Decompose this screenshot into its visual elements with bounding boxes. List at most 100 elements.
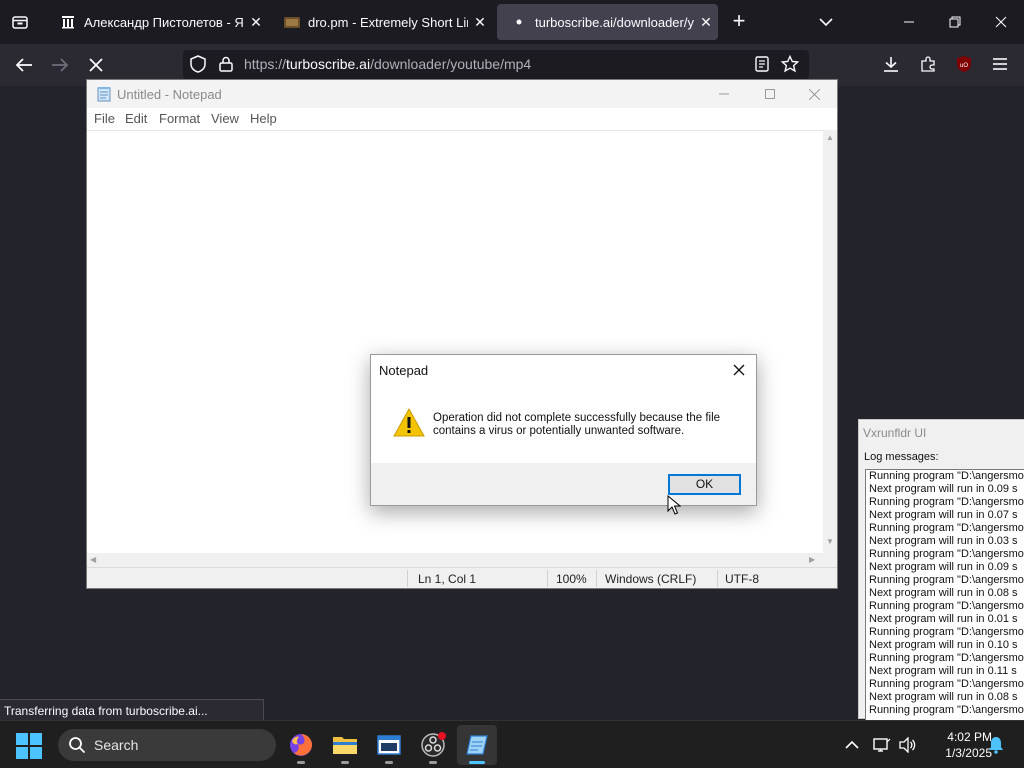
warning-icon — [393, 407, 425, 439]
maximize-icon[interactable] — [747, 80, 793, 108]
shield-icon[interactable] — [186, 52, 210, 76]
back-arrow-icon[interactable] — [9, 51, 39, 79]
tab-label: Александр Пистолетов - Я рос — [84, 14, 244, 30]
extensions-puzzle-icon[interactable] — [916, 52, 940, 76]
menu-view[interactable]: View — [211, 111, 239, 126]
dialog-title: Notepad — [379, 363, 429, 378]
folder-icon — [333, 737, 357, 754]
log-line: Running program "D:\angersmor — [869, 522, 1024, 534]
tab-close-icon[interactable]: ✕ — [694, 14, 718, 31]
log-line: Next program will run in 0.07 s — [869, 509, 1018, 521]
log-window-title[interactable]: Vxrunfldr UI — [863, 426, 926, 440]
forward-arrow-icon[interactable] — [45, 51, 75, 79]
url-text[interactable]: https://turboscribe.ai/downloader/youtub… — [244, 56, 531, 72]
log-line: Next program will run in 0.01 s — [869, 613, 1018, 625]
notepad-title-bar[interactable]: Untitled - Notepad — [87, 80, 837, 108]
status-divider — [717, 570, 718, 587]
tab-label: dro.pm - Extremely Short Links — [308, 14, 468, 30]
tab-close-icon[interactable]: ✕ — [244, 14, 268, 31]
vertical-scrollbar[interactable]: ▲ ▼ — [823, 130, 837, 553]
close-icon[interactable] — [791, 80, 837, 108]
clock-date: 1/3/2025 — [945, 746, 992, 760]
building-icon — [60, 14, 76, 30]
running-indicator — [469, 761, 485, 764]
log-line: Running program "D:\angersmor — [869, 470, 1024, 482]
tab-turboscribe[interactable]: turboscribe.ai/downloader/you ✕ — [497, 4, 718, 40]
tab-close-icon[interactable]: ✕ — [468, 14, 492, 31]
taskbar: Search 4:02 PM 1/3/2025 — [0, 720, 1024, 768]
status-line-ending: Windows (CRLF) — [605, 572, 697, 586]
log-messages-list[interactable]: Running program "D:\angersmor Next progra… — [865, 469, 1024, 721]
scroll-down-icon[interactable]: ▼ — [826, 537, 834, 546]
tab-dro-pm[interactable]: dro.pm - Extremely Short Links ✕ — [270, 4, 492, 40]
notepad-title: Untitled - Notepad — [117, 87, 222, 102]
download-icon[interactable] — [879, 52, 903, 76]
bookmark-star-icon[interactable] — [778, 52, 802, 76]
windows-start-icon[interactable] — [16, 733, 44, 759]
firefox-icon — [290, 734, 312, 756]
new-tab-button[interactable]: + — [724, 8, 754, 36]
speaker-icon[interactable] — [898, 735, 918, 755]
taskbar-file-explorer[interactable] — [325, 725, 365, 765]
close-icon[interactable] — [725, 359, 753, 381]
taskbar-clock[interactable]: 4:02 PM 1/3/2025 — [922, 729, 992, 761]
log-line: Next program will run in 0.10 s — [869, 639, 1018, 651]
tab-list-icon[interactable] — [0, 0, 40, 44]
url-path: /downloader/youtube/mp4 — [370, 56, 532, 72]
chevron-up-icon[interactable] — [842, 735, 862, 755]
ublock-icon[interactable]: uO — [952, 52, 976, 76]
scrollbar-corner — [823, 553, 837, 567]
minimize-icon[interactable] — [701, 80, 747, 108]
menu-file[interactable]: File — [94, 111, 115, 126]
hamburger-menu-icon[interactable] — [988, 52, 1012, 76]
log-line: Running program "D:\angersmor — [869, 678, 1024, 690]
scroll-up-icon[interactable]: ▲ — [826, 133, 834, 142]
log-line: Next program will run in 0.08 s — [869, 691, 1018, 703]
notification-bell-icon[interactable] — [986, 735, 1006, 755]
status-encoding: UTF-8 — [725, 572, 759, 586]
restore-icon[interactable] — [932, 0, 978, 44]
log-line: Next program will run in 0.11 s — [869, 665, 1017, 677]
reader-view-icon[interactable] — [750, 52, 774, 76]
notepad-app-icon — [96, 86, 112, 102]
stop-loading-icon[interactable] — [81, 51, 111, 79]
app-window-icon — [377, 735, 401, 755]
scroll-left-icon[interactable]: ◀ — [90, 555, 96, 564]
log-line: Running program "D:\angersmor — [869, 548, 1024, 560]
log-line: Running program "D:\angersmor — [869, 626, 1024, 638]
clock-time: 4:02 PM — [947, 730, 992, 744]
log-line: Next program will run in 0.03 s — [869, 535, 1018, 547]
vxrunfldr-window: Vxrunfldr UI Log messages: Running progr… — [858, 419, 1024, 721]
mouse-cursor-icon — [667, 494, 682, 515]
notepad-window: Untitled - Notepad File Edit Format View… — [86, 79, 838, 589]
log-line: Next program will run in 0.08 s — [869, 587, 1018, 599]
minimize-icon[interactable] — [886, 0, 932, 44]
network-icon[interactable] — [872, 735, 892, 755]
taskbar-firefox[interactable] — [281, 725, 321, 765]
status-divider — [407, 570, 408, 587]
running-indicator — [385, 761, 393, 764]
loading-dot-icon — [511, 14, 527, 30]
menu-edit[interactable]: Edit — [125, 111, 147, 126]
menu-format[interactable]: Format — [159, 111, 200, 126]
ok-button[interactable]: OK — [668, 474, 741, 495]
status-divider — [596, 570, 597, 587]
chevron-down-icon[interactable] — [812, 8, 840, 36]
log-messages-label: Log messages: — [864, 451, 939, 463]
taskbar-notepad[interactable] — [457, 725, 497, 765]
status-divider — [547, 570, 548, 587]
tab-pistoletov[interactable]: Александр Пистолетов - Я рос ✕ — [46, 4, 268, 40]
taskbar-window-app[interactable] — [369, 725, 409, 765]
log-line: Next program will run in 0.09 s — [869, 561, 1018, 573]
error-dialog: Notepad Operation did not complete succe… — [370, 354, 757, 506]
horizontal-scrollbar[interactable]: ◀ ▶ — [87, 553, 823, 567]
menu-help[interactable]: Help — [250, 111, 277, 126]
close-icon[interactable] — [978, 0, 1024, 44]
lock-icon[interactable] — [214, 52, 238, 76]
taskbar-search[interactable]: Search — [58, 729, 276, 761]
dialog-body: Operation did not complete successfully … — [371, 385, 756, 463]
scroll-right-icon[interactable]: ▶ — [809, 555, 815, 564]
taskbar-obs[interactable] — [413, 725, 453, 765]
svg-text:uO: uO — [960, 63, 968, 69]
status-zoom: 100% — [556, 572, 587, 586]
